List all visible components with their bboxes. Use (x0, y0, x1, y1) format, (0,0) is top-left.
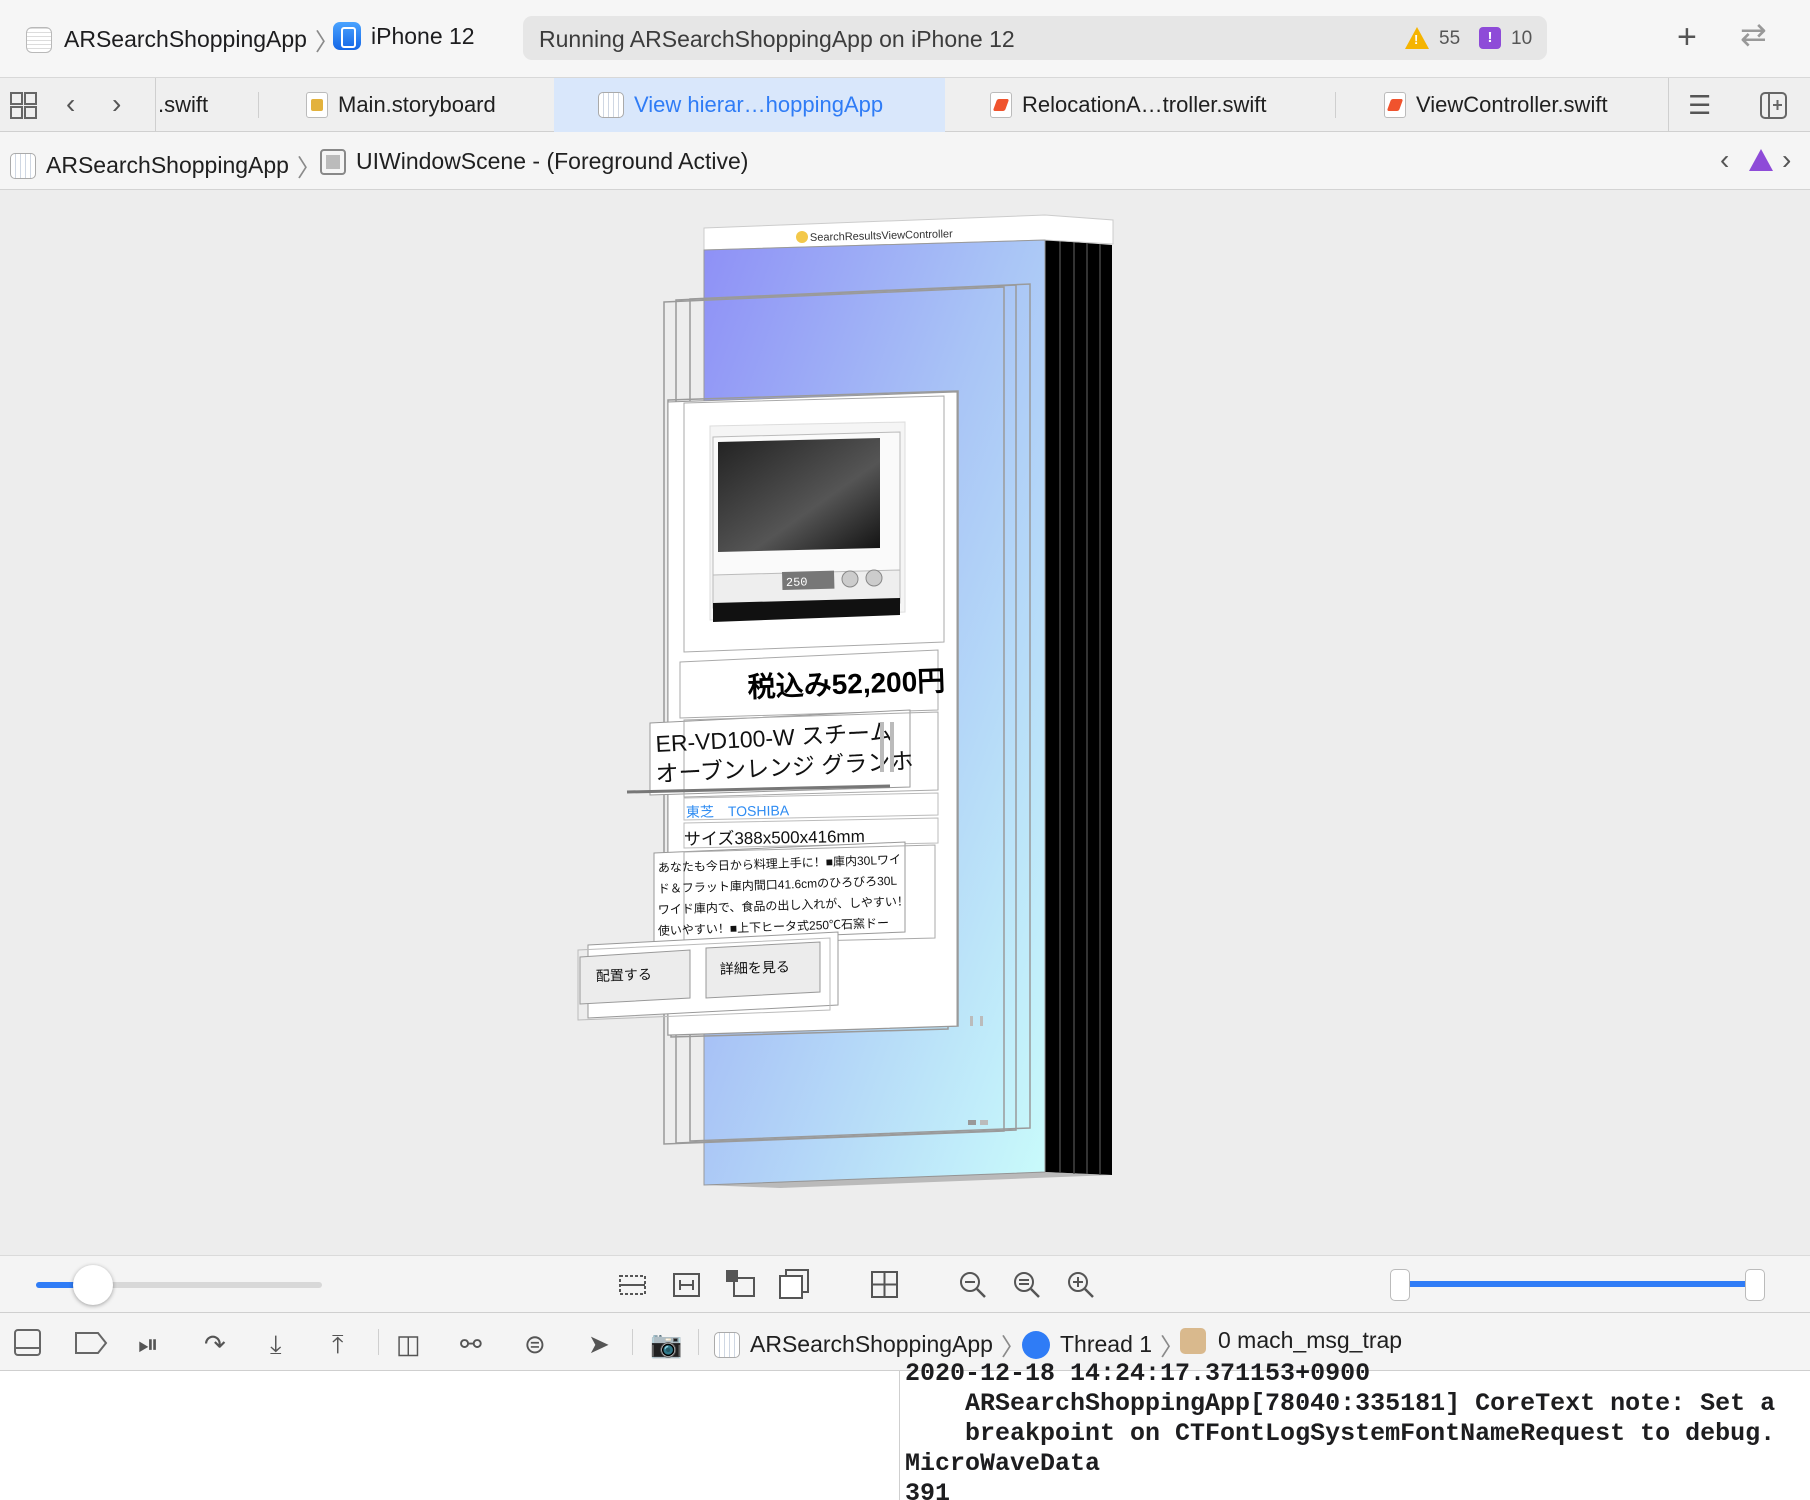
range-slider-min-handle[interactable] (1390, 1269, 1410, 1301)
tab-label: View hierar…hoppingApp (634, 92, 884, 117)
scheme-selector[interactable]: ARSearchShoppingApp 〉 (26, 22, 347, 57)
show-clipped-content-icon[interactable] (618, 1270, 648, 1300)
arrows-icon[interactable]: ⇄ (1740, 18, 1767, 50)
hide-debug-area-icon[interactable] (14, 1329, 42, 1357)
issue-count: 10 (1511, 28, 1533, 49)
tab-view-hierarchy[interactable]: View hierar…hoppingApp (554, 78, 945, 132)
debug-frame-label: 0 mach_msg_trap (1218, 1327, 1403, 1353)
tab-label: RelocationA…troller.swift (1022, 92, 1267, 117)
debug-jump-app[interactable]: ARSearchShoppingApp 〉 (714, 1327, 1033, 1362)
warning-count: 55 (1439, 28, 1461, 49)
zoom-in-icon[interactable] (1066, 1270, 1096, 1300)
forward-icon[interactable]: › (112, 88, 121, 120)
tab-label: Main.storyboard (338, 92, 496, 117)
variables-view[interactable] (0, 1371, 900, 1500)
tab-label: ViewController.swift (1416, 92, 1608, 117)
activity-status: Running ARSearchShoppingApp on iPhone 12 (539, 26, 1015, 52)
place-button-label: 配置する (596, 966, 653, 984)
device-selector[interactable]: iPhone 12 (333, 22, 475, 50)
view-hierarchy-icon (10, 152, 36, 179)
controller-icon (796, 231, 808, 243)
debug-area: 2020-12-18 14:24:17.371153+0900 ARSearch… (0, 1359, 1810, 1500)
view-debugger-icon[interactable]: ◫ (396, 1331, 421, 1357)
tab-viewcontroller[interactable]: ViewController.swift (1384, 78, 1664, 132)
next-issue-icon[interactable]: › (1782, 144, 1791, 176)
canvas-control-bar (0, 1255, 1810, 1312)
thread-icon (1022, 1330, 1050, 1359)
step-out-icon[interactable]: ⤒ (332, 1331, 344, 1357)
jumpbar-app-label: ARSearchShoppingApp (46, 152, 289, 178)
jumpbar-scene[interactable]: UIWindowScene - (Foreground Active) (320, 148, 748, 175)
swift-file-icon (1384, 92, 1406, 118)
breakpoints-icon[interactable] (74, 1331, 108, 1355)
app-grid-icon (714, 1331, 740, 1358)
window-scene-icon (320, 148, 346, 175)
tab-main-storyboard[interactable]: Main.storyboard (306, 78, 554, 132)
back-icon[interactable]: ‹ (66, 88, 75, 120)
jumpbar-scene-label: UIWindowScene - (Foreground Active) (356, 148, 749, 174)
jumpbar-app[interactable]: ARSearchShoppingApp 〉 (10, 148, 329, 183)
tab-label: .swift (158, 92, 209, 117)
warning-icon[interactable]: ! (1405, 27, 1429, 49)
simulate-location-icon[interactable]: ➤ (588, 1331, 610, 1357)
xcode-window: ARSearchShoppingApp 〉 iPhone 12 Running … (0, 0, 1810, 1500)
zoom-out-icon[interactable] (958, 1270, 988, 1300)
spacing-slider-knob[interactable] (73, 1265, 114, 1305)
layer-stack-edge (1045, 240, 1112, 1175)
previous-issue-icon[interactable]: ‹ (1720, 144, 1729, 176)
view-hierarchy-icon (598, 92, 624, 118)
hierarchy-3d-view[interactable]: SearchResultsViewController 250 税込み52,20… (0, 190, 1810, 1255)
editor-options-icon[interactable]: ☰ (1688, 90, 1711, 121)
brand-label: 東芝 TOSHIBA (686, 802, 790, 820)
svg-text:250: 250 (786, 575, 808, 590)
orient-2d-icon[interactable] (870, 1270, 900, 1300)
step-into-icon[interactable]: ⤓ (270, 1331, 282, 1357)
console-output[interactable]: 2020-12-18 14:24:17.371153+0900 ARSearch… (905, 1359, 1775, 1500)
debug-thread-label: Thread 1 (1060, 1331, 1153, 1357)
orient-3d-icon[interactable] (778, 1268, 810, 1300)
scheme-app-label: ARSearchShoppingApp (64, 26, 307, 52)
tab-relocation-controller[interactable]: RelocationA…troller.swift (990, 78, 1330, 132)
environment-overrides-icon[interactable]: ⊜ (524, 1331, 546, 1357)
app-icon (26, 26, 52, 53)
plus-icon[interactable]: + (1677, 20, 1697, 54)
add-editor-icon[interactable] (1760, 92, 1788, 120)
range-slider-max-handle[interactable] (1745, 1269, 1765, 1301)
jump-bar: ARSearchShoppingApp 〉 UIWindowScene - (F… (0, 132, 1810, 190)
show-constraints-icon[interactable] (672, 1270, 702, 1300)
tab-bar: ‹ › .swift Main.storyboard View hierar…h… (0, 77, 1810, 132)
camera-icon[interactable]: 📷 (650, 1331, 682, 1357)
details-button-label: 詳細を見る (720, 959, 791, 977)
actual-size-icon[interactable] (1012, 1270, 1042, 1300)
continue-icon[interactable]: ⏯ (138, 1331, 159, 1357)
debug-jump-frame[interactable]: 0 mach_msg_trap (1180, 1327, 1402, 1354)
storyboard-icon (306, 92, 328, 118)
toolbar: ARSearchShoppingApp 〉 iPhone 12 Running … (0, 0, 1810, 77)
memory-graph-icon[interactable]: ⚯ (460, 1331, 482, 1357)
debug-app-label: ARSearchShoppingApp (750, 1331, 993, 1357)
range-slider-track[interactable] (1400, 1281, 1755, 1287)
adjust-view-mode-icon[interactable] (724, 1268, 756, 1300)
related-items-icon[interactable] (10, 92, 38, 120)
view-hierarchy-canvas[interactable]: SearchResultsViewController 250 税込み52,20… (0, 190, 1810, 1255)
device-label: iPhone 12 (371, 22, 475, 49)
step-over-icon[interactable]: ↷ (204, 1331, 226, 1357)
debug-jump-thread[interactable]: Thread 1 〉 (1022, 1327, 1192, 1362)
chevron-right-icon: 〉 (296, 155, 321, 182)
activity-view[interactable]: Running ARSearchShoppingApp on iPhone 12… (523, 16, 1547, 60)
device-icon (333, 22, 361, 50)
issue-icon[interactable]: ! (1479, 27, 1501, 49)
swift-file-icon (990, 92, 1012, 118)
gear-icon (1180, 1327, 1206, 1354)
tab-swift[interactable]: .swift (158, 78, 258, 132)
product-image: 250 (709, 421, 906, 622)
runtime-issue-icon[interactable] (1749, 149, 1773, 171)
